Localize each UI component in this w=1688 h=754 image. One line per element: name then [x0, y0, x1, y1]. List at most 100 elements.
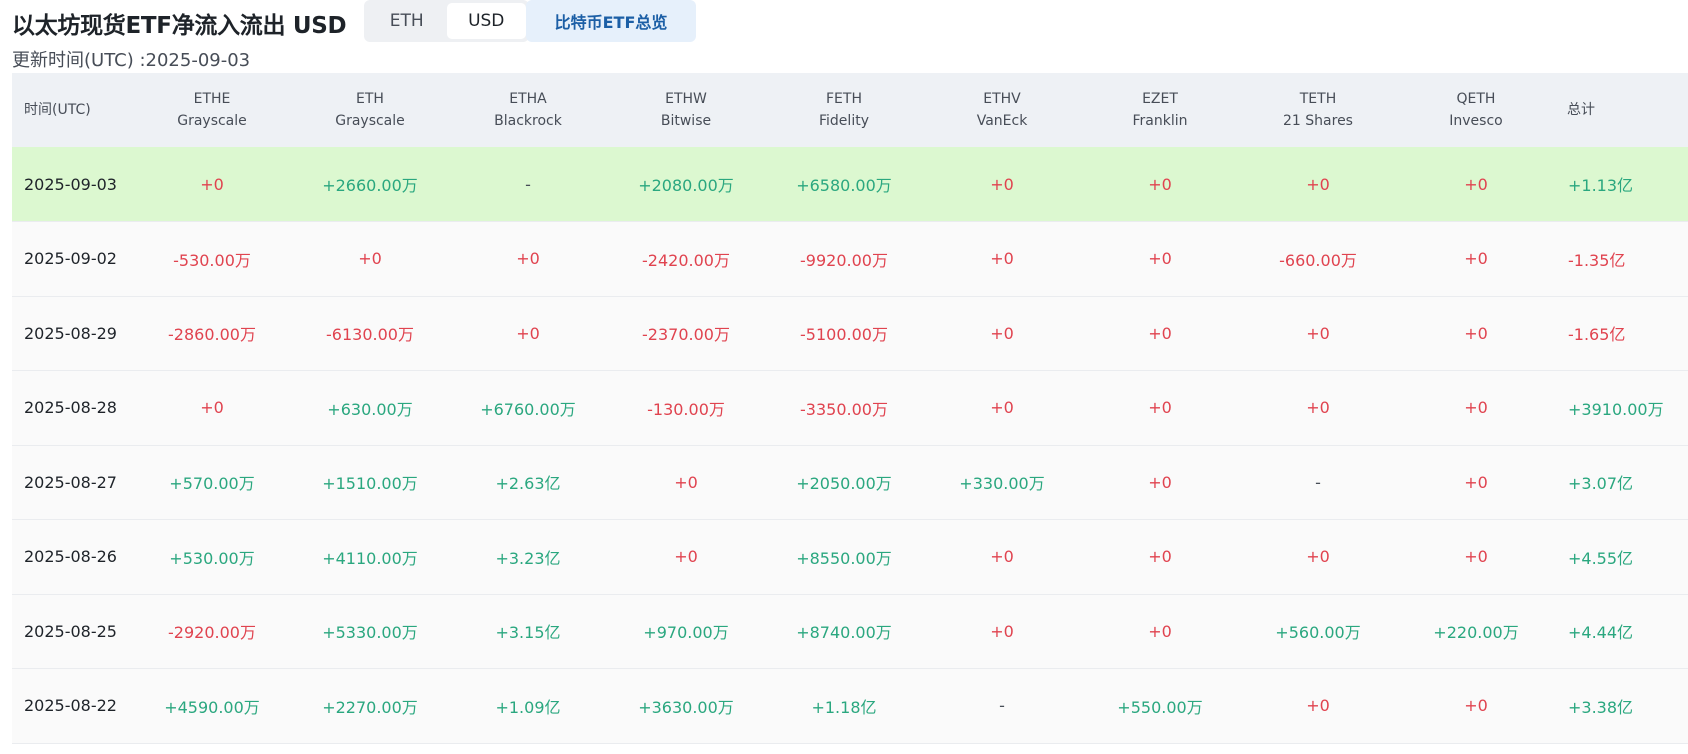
flow-cell-ethe: -2860.00万 — [168, 325, 256, 345]
column-header-date: 时间(UTC) — [24, 102, 91, 118]
flow-cell-qeth: +0 — [1464, 249, 1488, 269]
table-row[interactable]: 2025-09-02 -530.00万 +0 +0 -2420.00万 -9920.00万… — [12, 221, 1688, 296]
unit-option-usd[interactable]: USD — [446, 3, 526, 39]
flow-cell-ethe: +0 — [200, 174, 224, 194]
column-ticker: ETHW — [665, 91, 707, 107]
column-issuer: Blackrock — [494, 113, 562, 129]
table-row[interactable]: 2025-08-25 -2920.00万 +5330.00万 +3.15亿 +970.0… — [12, 594, 1688, 669]
table-header-row: 时间(UTC) ETHE Grayscale ETH Grayscale ETHA Bla… — [12, 73, 1688, 147]
flow-cell-ethw: +2080.00万 — [638, 176, 734, 195]
flow-cell-ethw: +0 — [674, 472, 698, 492]
flow-cell-teth: - — [1315, 472, 1321, 492]
flow-cell-ethe: +570.00万 — [169, 474, 255, 494]
flow-cell-ethv: +0 — [990, 249, 1014, 269]
flow-cell-ethv: +330.00万 — [959, 474, 1045, 494]
flow-cell-ethw: -130.00万 — [647, 399, 725, 419]
flow-cell-ethw: +970.00万 — [643, 623, 729, 643]
page-title: 以太坊现货ETF净流入流出 USD — [12, 13, 347, 39]
flow-cell-feth: +8740.00万 — [796, 623, 892, 643]
flow-cell-teth: +0 — [1306, 174, 1330, 194]
flow-cell-qeth: +0 — [1464, 547, 1488, 567]
flow-cell-qeth: +0 — [1464, 472, 1488, 492]
column-header-feth: FETH Fidelity — [765, 73, 923, 147]
flow-cell-ethe: -2920.00万 — [168, 623, 256, 643]
column-ticker: ETHA — [509, 91, 547, 107]
column-header-eth: ETH Grayscale — [291, 73, 449, 147]
flow-cell-etha: +3.15亿 — [495, 623, 561, 643]
unit-toggle: ETH USD — [364, 0, 529, 42]
column-issuer: Fidelity — [819, 113, 869, 129]
flow-cell-teth: -660.00万 — [1279, 250, 1357, 270]
table-row[interactable]: 2025-08-22 +4590.00万 +2270.00万 +1.09亿 +3630.… — [12, 668, 1688, 743]
table-row[interactable]: 2025-08-26 +530.00万 +4110.00万 +3.23亿 +0 +8550… — [12, 519, 1688, 594]
flow-cell-ezet: +0 — [1148, 398, 1172, 418]
table-body: 2025-09-03 +0 +2660.00万 - +2080.00万 +6580.00万… — [12, 147, 1688, 743]
flow-cell-ethw: -2370.00万 — [642, 325, 730, 345]
flow-cell-ezet: +0 — [1148, 323, 1172, 343]
etf-flow-table: 时间(UTC) ETHE Grayscale ETH Grayscale ETHA Bla… — [12, 73, 1688, 744]
btc-etf-overview-button[interactable]: 比特币ETF总览 — [526, 0, 696, 42]
flow-cell-ethv: - — [999, 696, 1005, 716]
column-header-ethe: ETHE Grayscale — [133, 73, 291, 147]
row-total: +4.55亿 — [1568, 548, 1634, 568]
row-total: +3.38亿 — [1568, 697, 1634, 717]
column-header-total: 总计 — [1567, 102, 1595, 118]
row-date: 2025-08-27 — [24, 472, 117, 492]
flow-cell-teth: +0 — [1306, 323, 1330, 343]
row-date: 2025-08-25 — [24, 621, 117, 641]
updated-time: 更新时间(UTC) :2025-09-03 — [12, 50, 251, 71]
column-header-ethw: ETHW Bitwise — [607, 73, 765, 147]
table-row[interactable]: 2025-09-03 +0 +2660.00万 - +2080.00万 +6580.00万… — [12, 147, 1688, 222]
flow-cell-etha: - — [525, 174, 531, 194]
column-issuer: Grayscale — [177, 113, 247, 129]
column-issuer: Invesco — [1449, 113, 1503, 129]
flow-cell-qeth: +220.00万 — [1433, 623, 1519, 643]
flow-cell-teth: +0 — [1306, 696, 1330, 716]
etf-flow-table-container[interactable]: 时间(UTC) ETHE Grayscale ETH Grayscale ETHA Bla… — [12, 73, 1688, 754]
flow-cell-eth: +1510.00万 — [322, 474, 418, 494]
row-date: 2025-08-26 — [24, 547, 117, 567]
flow-cell-ethe: +4590.00万 — [164, 697, 260, 717]
unit-option-eth[interactable]: ETH — [367, 3, 447, 39]
flow-cell-eth: +4110.00万 — [322, 548, 418, 568]
flow-cell-etha: +3.23亿 — [495, 548, 561, 568]
flow-cell-etha: +0 — [516, 323, 540, 343]
flow-cell-ethe: +530.00万 — [169, 548, 255, 568]
flow-cell-qeth: +0 — [1464, 174, 1488, 194]
table-row[interactable]: 2025-08-29 -2860.00万 -6130.00万 +0 -2370.00万 -… — [12, 296, 1688, 371]
row-date: 2025-08-22 — [24, 696, 117, 716]
flow-cell-ezet: +0 — [1148, 174, 1172, 194]
table-row[interactable]: 2025-08-27 +570.00万 +1510.00万 +2.63亿 +0 +2050… — [12, 445, 1688, 520]
flow-cell-qeth: +0 — [1464, 696, 1488, 716]
flow-cell-ezet: +0 — [1148, 472, 1172, 492]
flow-cell-etha: +1.09亿 — [495, 697, 561, 717]
row-total: -1.35亿 — [1568, 250, 1626, 270]
flow-cell-feth: -9920.00万 — [800, 250, 888, 270]
flow-cell-ethv: +0 — [990, 398, 1014, 418]
table-row[interactable]: 2025-08-28 +0 +630.00万 +6760.00万 -130.00万 -33… — [12, 370, 1688, 445]
flow-cell-etha: +6760.00万 — [480, 399, 576, 419]
column-ticker: QETH — [1456, 91, 1496, 107]
flow-cell-eth: +2660.00万 — [322, 176, 418, 195]
column-issuer: Bitwise — [660, 113, 712, 129]
row-total: -1.65亿 — [1568, 325, 1626, 345]
row-total: +4.44亿 — [1568, 623, 1634, 643]
flow-cell-ethw: +0 — [674, 547, 698, 567]
column-ticker: ETHV — [983, 91, 1021, 107]
flow-cell-qeth: +0 — [1464, 323, 1488, 343]
flow-cell-qeth: +0 — [1464, 398, 1488, 418]
page-header: 以太坊现货ETF净流入流出 USD ETH USD 比特币ETF总览 更新时间(… — [12, 0, 1672, 72]
flow-cell-teth: +0 — [1306, 547, 1330, 567]
flow-cell-ethv: +0 — [990, 547, 1014, 567]
column-ticker: EZET — [1142, 91, 1178, 107]
column-ticker: ETH — [356, 91, 384, 107]
row-date: 2025-08-29 — [24, 323, 117, 343]
flow-cell-feth: +2050.00万 — [796, 474, 892, 494]
column-header-teth: TETH 21 Shares — [1239, 73, 1397, 147]
flow-cell-ezet: +550.00万 — [1117, 697, 1203, 717]
flow-cell-ezet: +0 — [1148, 621, 1172, 641]
flow-cell-feth: +1.18亿 — [811, 697, 877, 717]
flow-cell-ethv: +0 — [990, 174, 1014, 194]
column-issuer: VanEck — [976, 113, 1028, 129]
column-header-ezet: EZET Franklin — [1081, 73, 1239, 147]
